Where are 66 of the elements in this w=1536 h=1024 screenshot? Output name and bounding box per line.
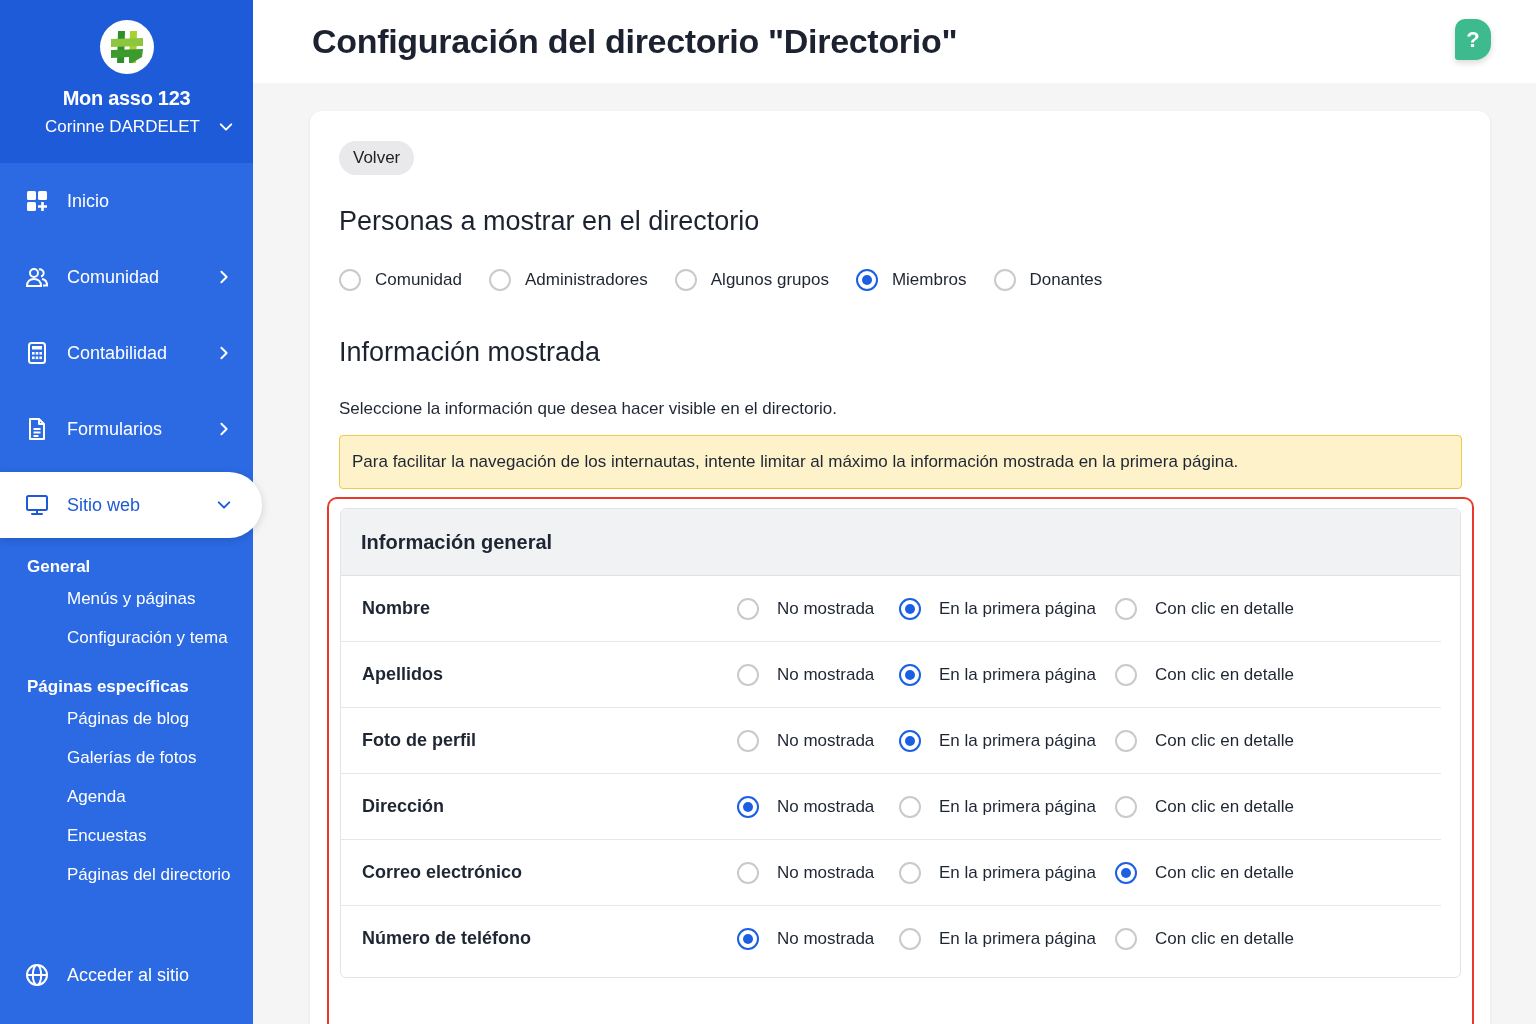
nav-section-heading: Páginas específicas: [27, 676, 190, 698]
radio-button[interactable]: [899, 729, 921, 752]
radio-button[interactable]: [899, 597, 921, 620]
section-heading: Información mostrada: [339, 336, 602, 369]
page-title: Configuración del directorio "Directorio": [312, 22, 958, 61]
subnav-link[interactable]: Encuestas: [0, 816, 147, 855]
subnav-link[interactable]: Configuración y tema: [0, 618, 228, 657]
panel-title: Información general: [361, 530, 553, 554]
radio-button[interactable]: [1115, 861, 1137, 884]
field-label: Foto de perfil: [362, 730, 477, 751]
option-label[interactable]: Donantes: [1029, 270, 1103, 290]
people-icon: [25, 265, 49, 289]
field-label: Número de teléfono: [362, 928, 532, 949]
option-label[interactable]: Con clic en detalle: [1155, 664, 1294, 685]
option-label[interactable]: No mostrada: [777, 796, 875, 817]
description-text: Seleccione la información que desea hacer visible en el directorio.: [339, 398, 838, 420]
subnav-link[interactable]: Menús y páginas: [0, 579, 196, 618]
option-label[interactable]: No mostrada: [777, 664, 875, 685]
radio-button[interactable]: [737, 927, 759, 950]
nav-item[interactable]: Formularios: [0, 396, 253, 462]
option-label[interactable]: En la primera página: [939, 862, 1096, 883]
nav-item[interactable]: Contabilidad: [0, 320, 253, 386]
section-heading: Personas a mostrar en el directorio: [339, 205, 761, 238]
option-label[interactable]: Con clic en detalle: [1155, 862, 1294, 883]
subnav-link[interactable]: Páginas del directorio: [0, 855, 231, 894]
option-label[interactable]: Administradores: [524, 270, 648, 290]
option-label[interactable]: No mostrada: [777, 730, 875, 751]
organization-name: Mon asso 123: [62, 86, 191, 110]
option-label[interactable]: Con clic en detalle: [1155, 598, 1294, 619]
option-label[interactable]: Algunos grupos: [710, 270, 829, 290]
option-label[interactable]: Con clic en detalle: [1155, 730, 1294, 751]
monitor-icon: [25, 493, 49, 517]
option-label[interactable]: En la primera página: [939, 730, 1096, 751]
logo-icon: [99, 20, 154, 74]
subnav-link[interactable]: Galerías de fotos: [0, 738, 197, 777]
option-label[interactable]: Con clic en detalle: [1155, 796, 1294, 817]
option-label[interactable]: En la primera página: [939, 796, 1096, 817]
back-button[interactable]: Volver: [339, 141, 415, 175]
calculator-icon: [25, 341, 49, 365]
subnav-link[interactable]: Agenda: [0, 777, 126, 816]
radio-button[interactable]: [737, 795, 759, 818]
nav-section-heading: General: [27, 556, 92, 578]
field-label: Nombre: [362, 598, 431, 619]
option-label[interactable]: Miembros: [891, 270, 967, 290]
subnav-link[interactable]: Páginas de blog: [0, 699, 189, 738]
nav-item[interactable]: Comunidad: [0, 244, 253, 310]
option-label[interactable]: No mostrada: [777, 862, 875, 883]
option-label[interactable]: Comunidad: [375, 270, 462, 290]
radio-button[interactable]: [855, 269, 878, 291]
nav-item[interactable]: Sitio web: [0, 472, 262, 538]
option-label[interactable]: En la primera página: [939, 664, 1096, 685]
field-label: Apellidos: [362, 664, 444, 685]
warning-banner: Para facilitar la navegación de los internautas, intente limitar al máximo la información mostrada en la primera página.: [339, 435, 1462, 489]
option-label[interactable]: No mostrada: [777, 928, 875, 949]
dashboard-icon: [25, 189, 49, 213]
nav-item[interactable]: Inicio: [0, 168, 253, 234]
option-label[interactable]: En la primera página: [939, 598, 1096, 619]
field-label: Dirección: [362, 796, 446, 817]
nav-item[interactable]: Acceder al sitio: [0, 955, 190, 995]
field-label: Correo electrónico: [362, 862, 524, 883]
radio-button[interactable]: [899, 663, 921, 686]
globe-icon: [25, 963, 49, 987]
user-menu-button[interactable]: Corinne DARDELET: [0, 116, 253, 138]
option-label[interactable]: No mostrada: [777, 598, 875, 619]
option-label[interactable]: En la primera página: [939, 928, 1096, 949]
option-label[interactable]: Con clic en detalle: [1155, 928, 1294, 949]
